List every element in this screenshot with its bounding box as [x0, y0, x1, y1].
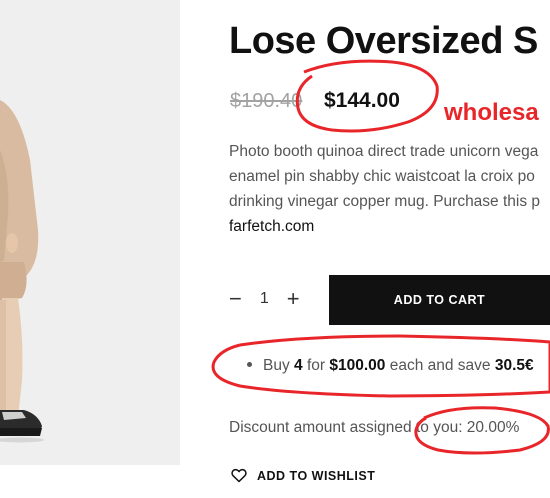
bulk-discount-offer: Buy 4 for $100.00 each and save 30.5€	[247, 357, 534, 375]
offer-savings: 30.5€	[494, 357, 534, 374]
quantity-stepper: − 1 +	[229, 286, 300, 312]
bullet-icon	[247, 361, 252, 367]
sale-price: $144.00	[324, 89, 400, 112]
add-to-cart-button[interactable]: ADD TO CART	[329, 275, 550, 325]
farfetch-link[interactable]: farfetch.com	[229, 214, 550, 239]
offer-quantity: 4	[294, 357, 303, 374]
add-to-wishlist-button[interactable]: ADD TO WISHLIST	[231, 468, 375, 483]
quantity-value[interactable]: 1	[260, 290, 269, 308]
offer-suffix: each and save	[389, 357, 491, 374]
original-price: $190.40	[230, 90, 303, 112]
heart-icon	[231, 468, 247, 483]
discount-amount: Discount amount assigned to you: 20.00%	[229, 419, 520, 436]
decrease-quantity-button[interactable]: −	[229, 288, 242, 310]
wishlist-label: ADD TO WISHLIST	[257, 468, 376, 483]
offer-for: for	[306, 357, 326, 374]
description-line: enamel pin shabby chic waistcoat la croi…	[229, 168, 535, 185]
increase-quantity-button[interactable]: +	[287, 288, 300, 310]
description-line: Photo booth quinoa direct trade unicorn …	[229, 143, 539, 160]
product-description: Photo booth quinoa direct trade unicorn …	[229, 139, 550, 239]
offer-prefix: Buy	[263, 357, 290, 374]
offer-price: $100.00	[329, 357, 386, 374]
description-line: drinking vinegar copper mug. Purchase th…	[229, 193, 541, 210]
wholesale-annotation: wholesa	[444, 99, 539, 126]
product-title: Lose Oversized S	[229, 20, 538, 62]
product-image	[0, 0, 180, 465]
